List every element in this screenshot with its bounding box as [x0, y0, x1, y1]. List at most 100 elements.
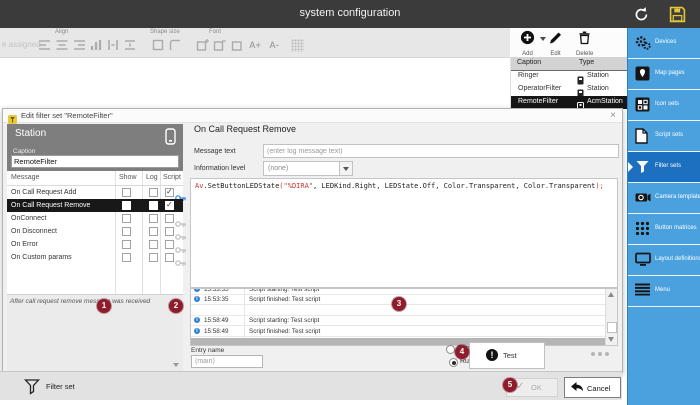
show-checkbox[interactable]: [122, 188, 131, 197]
ellipsis-icon: [591, 352, 609, 356]
sidebar-item-camera-templates[interactable]: Camera templates: [628, 183, 700, 214]
corner-radius-icon[interactable]: [168, 38, 182, 52]
format-toolbar: e assigned Align Shape size Font A+ A-: [0, 28, 510, 58]
sidebar-item-map-pages[interactable]: Map pages: [628, 59, 700, 90]
size-match-icon[interactable]: [230, 38, 244, 52]
monitor-icon: [635, 252, 651, 268]
align-left-icon[interactable]: [38, 38, 52, 52]
show-checkbox[interactable]: [122, 240, 131, 249]
annotation-badge-1: 1: [97, 299, 111, 313]
script-code-editor[interactable]: Av.SetButtonLEDState("%DIRA", LEDKind.Ri…: [190, 178, 618, 288]
information-level-value: (none): [268, 165, 288, 172]
message-table: Message Show Log Script On Call Request …: [7, 171, 183, 294]
delete-button[interactable]: Delete: [576, 30, 593, 57]
matrix-icon: [635, 221, 649, 235]
script-checkbox[interactable]: [165, 240, 174, 249]
camera-icon: [635, 190, 651, 206]
distribute-horizontal-icon[interactable]: [106, 38, 120, 52]
compile-only-radio[interactable]: [446, 345, 455, 354]
align-right-icon[interactable]: [72, 38, 86, 52]
message-text-label: Message text: [194, 148, 236, 155]
align-group-label: Align: [55, 29, 68, 35]
message-row-on-disconnect[interactable]: On Disconnect: [7, 225, 183, 238]
message-table-header: Message Show Log Script: [7, 171, 183, 186]
log-checkbox[interactable]: [149, 188, 158, 197]
log-checkbox[interactable]: [149, 201, 158, 210]
edit-button[interactable]: Edit: [548, 30, 563, 57]
message-row-call-request-add[interactable]: On Call Request Add: [7, 186, 183, 199]
log-checkbox[interactable]: [149, 227, 158, 236]
annotation-badge-3: 3: [392, 297, 406, 311]
menu-icon: [635, 283, 651, 299]
show-checkbox[interactable]: [122, 201, 131, 210]
show-checkbox[interactable]: [122, 253, 131, 262]
script-checkbox[interactable]: [165, 214, 174, 223]
scroll-up-icon[interactable]: [608, 292, 614, 297]
size-increase-icon[interactable]: [196, 38, 210, 52]
dialog-titlebar[interactable]: Edit filter set "RemoteFilter" ×: [3, 109, 622, 123]
add-button[interactable]: Add: [520, 30, 535, 57]
show-checkbox[interactable]: [122, 214, 131, 223]
script-checkbox[interactable]: [165, 201, 174, 210]
detail-header: On Call Request Remove: [194, 124, 296, 134]
sidebar-item-menu[interactable]: Menu: [628, 276, 700, 307]
annotation-badge-2: 2: [169, 299, 183, 313]
run-radio[interactable]: [449, 358, 458, 367]
scroll-down-icon[interactable]: [608, 337, 614, 342]
sidebar-item-button-matrices[interactable]: Button matrices: [628, 214, 700, 245]
sidebar-item-devices[interactable]: Devices: [628, 28, 700, 59]
statusbar: Filter set ✓ OK Cancel: [0, 371, 622, 400]
undo-button[interactable]: [633, 6, 650, 23]
log-scrollbar[interactable]: [605, 289, 617, 345]
add-dropdown-caret[interactable]: [540, 37, 546, 41]
document-icon: [635, 128, 651, 144]
script-checkbox[interactable]: [165, 188, 174, 197]
entry-name-input[interactable]: [191, 355, 263, 368]
script-log-panel: i 15:53:35 Script starting: Test script …: [190, 288, 618, 346]
edit-filter-set-dialog: Edit filter set "RemoteFilter" × Station…: [2, 108, 623, 373]
category-sidebar: Devices Map pages Icon sets Script sets …: [627, 28, 700, 405]
save-button[interactable]: [669, 6, 686, 23]
show-checkbox[interactable]: [122, 227, 131, 236]
message-text-input[interactable]: [263, 144, 619, 158]
info-icon: i: [194, 296, 200, 302]
close-icon[interactable]: ×: [610, 109, 616, 122]
message-row-call-request-remove[interactable]: On Call Request Remove: [7, 199, 183, 212]
statusbar-label: Filter set: [46, 382, 75, 391]
grid-icon[interactable]: [291, 39, 304, 52]
information-level-select[interactable]: (none): [263, 161, 353, 176]
message-row-on-custom-params[interactable]: On Custom params: [7, 251, 183, 264]
log-checkbox[interactable]: [149, 214, 158, 223]
chevron-down-icon[interactable]: [339, 162, 352, 175]
size-decrease-icon[interactable]: [213, 38, 227, 52]
sidebar-item-icon-sets[interactable]: Icon sets: [628, 90, 700, 121]
scrollbar-thumb[interactable]: [607, 322, 617, 333]
message-row-onconnect[interactable]: OnConnect: [7, 212, 183, 225]
sidebar-item-layout-definitions[interactable]: Layout definitions: [628, 245, 700, 276]
back-arrow-icon: [570, 381, 584, 395]
caption-input[interactable]: [11, 155, 179, 168]
info-icon: i: [194, 288, 200, 292]
align-bottom-bars-icon[interactable]: [89, 38, 103, 52]
scroll-down-icon[interactable]: [173, 363, 179, 367]
exclamation-icon: !: [486, 349, 498, 361]
sidebar-item-script-sets[interactable]: Script sets: [628, 121, 700, 152]
log-checkbox[interactable]: [149, 240, 158, 249]
log-checkbox[interactable]: [149, 253, 158, 262]
dialog-title: Edit filter set "RemoteFilter": [21, 111, 113, 120]
info-icon: i: [194, 317, 200, 323]
font-decrease-button[interactable]: A-: [266, 40, 282, 50]
test-button[interactable]: ! Test: [469, 342, 545, 369]
filter-row-operatorfilter[interactable]: OperatorFilter Station: [511, 83, 628, 96]
shape-outline-icon[interactable]: [151, 38, 165, 52]
align-center-icon[interactable]: [55, 38, 69, 52]
filter-row-ringer[interactable]: Ringer Station: [511, 70, 628, 83]
distribute-vertical-icon[interactable]: [123, 38, 137, 52]
sidebar-item-filter-sets[interactable]: Filter sets: [628, 152, 700, 183]
message-row-on-error[interactable]: On Error: [7, 238, 183, 251]
font-increase-button[interactable]: A+: [247, 40, 263, 50]
cancel-button[interactable]: Cancel: [564, 377, 621, 398]
script-checkbox[interactable]: [165, 227, 174, 236]
undo-icon: [633, 6, 650, 23]
script-checkbox[interactable]: [165, 253, 174, 262]
